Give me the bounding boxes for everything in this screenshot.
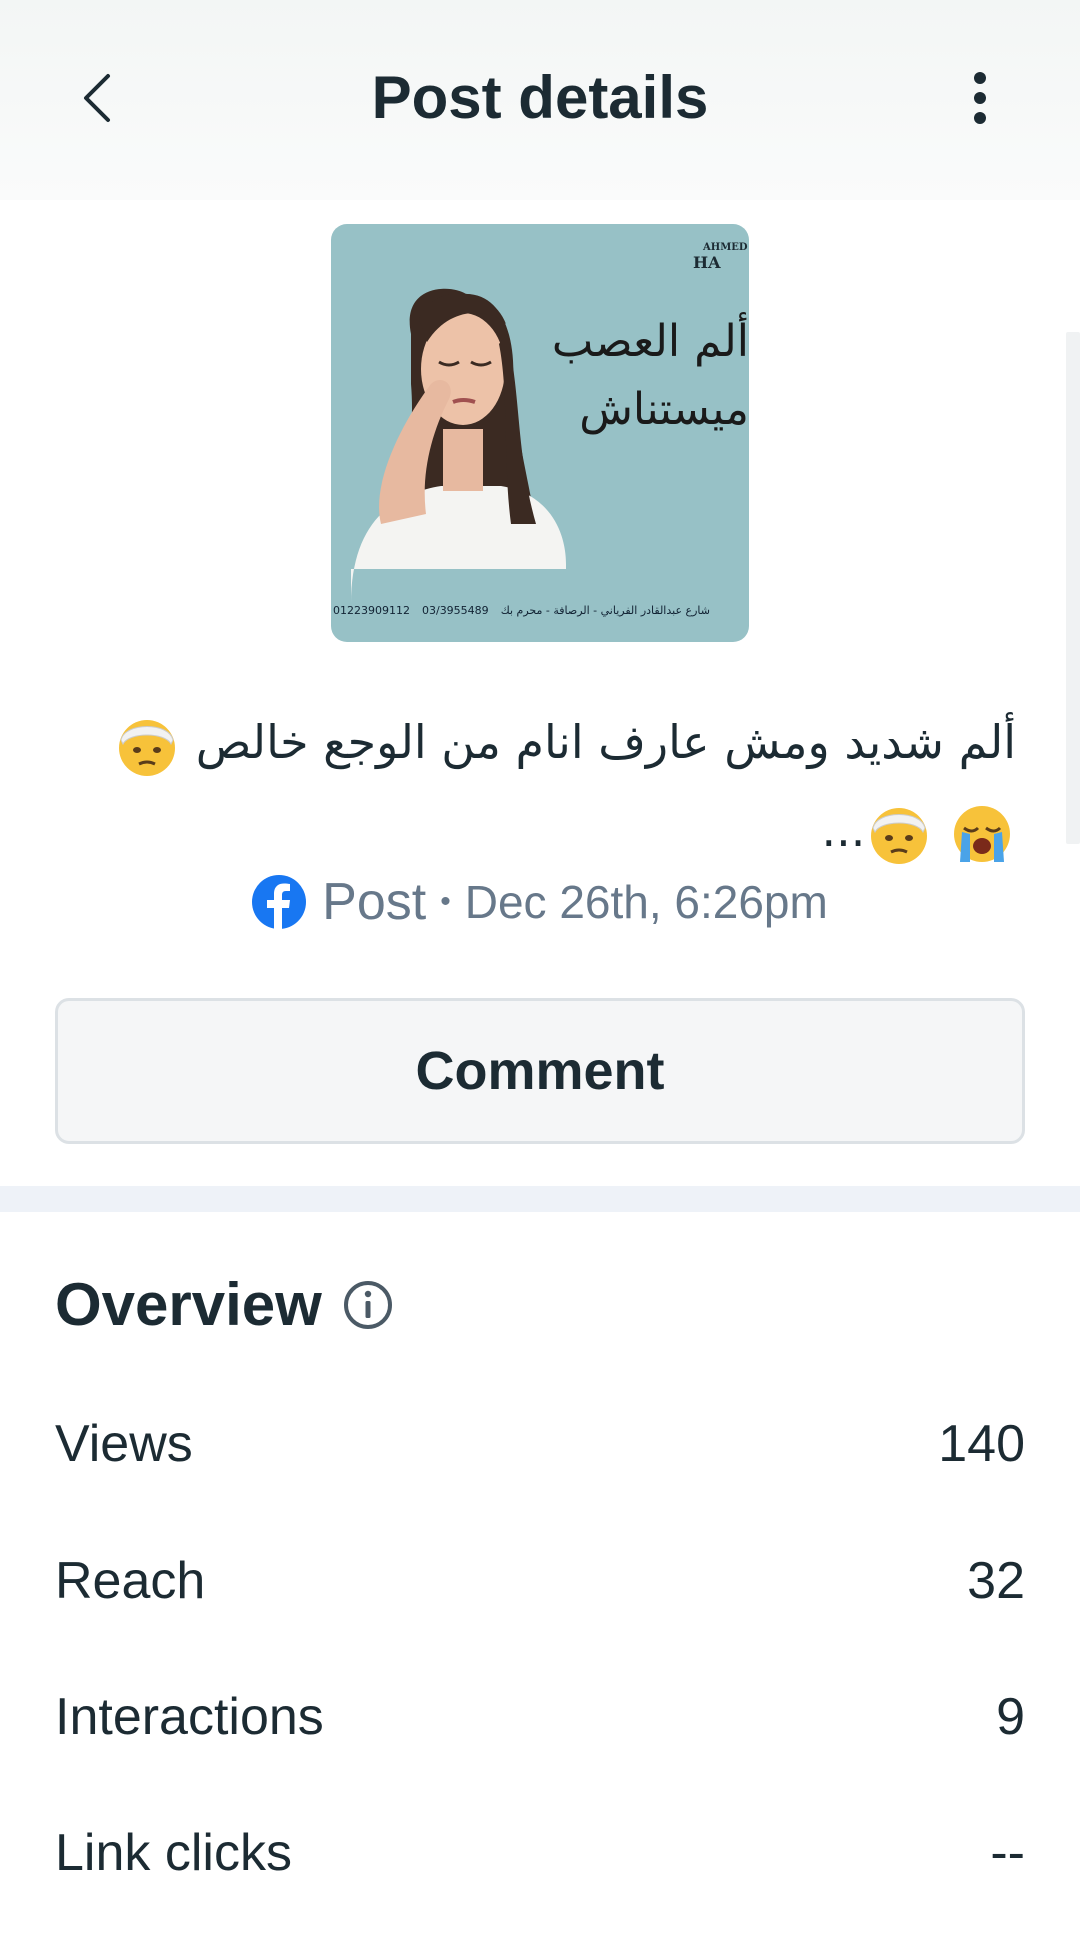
post-date: Dec 26th, 6:26pm: [464, 876, 828, 928]
back-button[interactable]: [62, 62, 134, 134]
caption-line-1: ألم شديد ومش عارف انام من الوجع خالص: [72, 698, 1016, 786]
stat-value: 140: [938, 1415, 1025, 1473]
ad-headline: ألم العصب: [551, 316, 749, 367]
stat-row-reach: Reach 32: [55, 1541, 1025, 1621]
stat-label: Link clicks: [55, 1824, 292, 1882]
stat-row-interactions: Interactions 9: [55, 1677, 1025, 1757]
post-caption: ألم شديد ومش عارف انام من الوجع خالص ...: [72, 698, 1016, 874]
section-divider: [0, 1186, 1080, 1212]
caption-line-2: ...: [72, 786, 1016, 874]
post-image[interactable]: AHMED HA ألم العصب ميستناش 01223909112 0…: [331, 224, 749, 642]
chevron-left-icon: [84, 74, 110, 122]
scrollbar[interactable]: [1066, 332, 1080, 844]
face-with-bandage-emoji-icon: [871, 807, 928, 864]
ad-footer: 01223909112 03/3955489 شارع عبدالقادر ال…: [331, 600, 749, 620]
stat-label: Interactions: [55, 1688, 324, 1746]
meta-separator: •: [440, 885, 451, 918]
overview-heading: Overview: [55, 1270, 394, 1339]
stat-row-link-clicks: Link clicks --: [55, 1813, 1025, 1893]
stat-value: --: [990, 1824, 1025, 1882]
page-title: Post details: [371, 64, 709, 131]
facebook-icon: [252, 875, 307, 929]
ad-address: شارع عبدالقادر الفرياني - الرصافة - محرم…: [500, 603, 710, 617]
stat-value: 32: [967, 1552, 1025, 1610]
comment-button[interactable]: Comment: [55, 998, 1025, 1144]
post-type: Post: [322, 873, 427, 931]
stat-row-views: Views 140: [55, 1404, 1025, 1484]
ad-phone-1: 01223909112: [333, 603, 410, 617]
stat-value: 9: [996, 1688, 1025, 1746]
brand-logo: AHMED HA: [693, 242, 748, 272]
face-with-bandage-emoji-icon: [119, 719, 176, 776]
app-header: Post details: [0, 0, 1080, 200]
loudly-crying-emoji-icon: [954, 805, 1010, 862]
ad-phone-2: 03/3955489: [421, 603, 489, 617]
stat-label: Reach: [55, 1552, 206, 1610]
info-icon[interactable]: [342, 1279, 394, 1331]
stat-label: Views: [55, 1415, 193, 1473]
overview-title: Overview: [55, 1271, 322, 1338]
post-meta: Post • Dec 26th, 6:26pm: [0, 872, 1080, 932]
ad-subheadline: ميستناش: [579, 384, 749, 435]
more-options-button[interactable]: [944, 62, 1016, 134]
more-vertical-icon: [974, 72, 986, 124]
